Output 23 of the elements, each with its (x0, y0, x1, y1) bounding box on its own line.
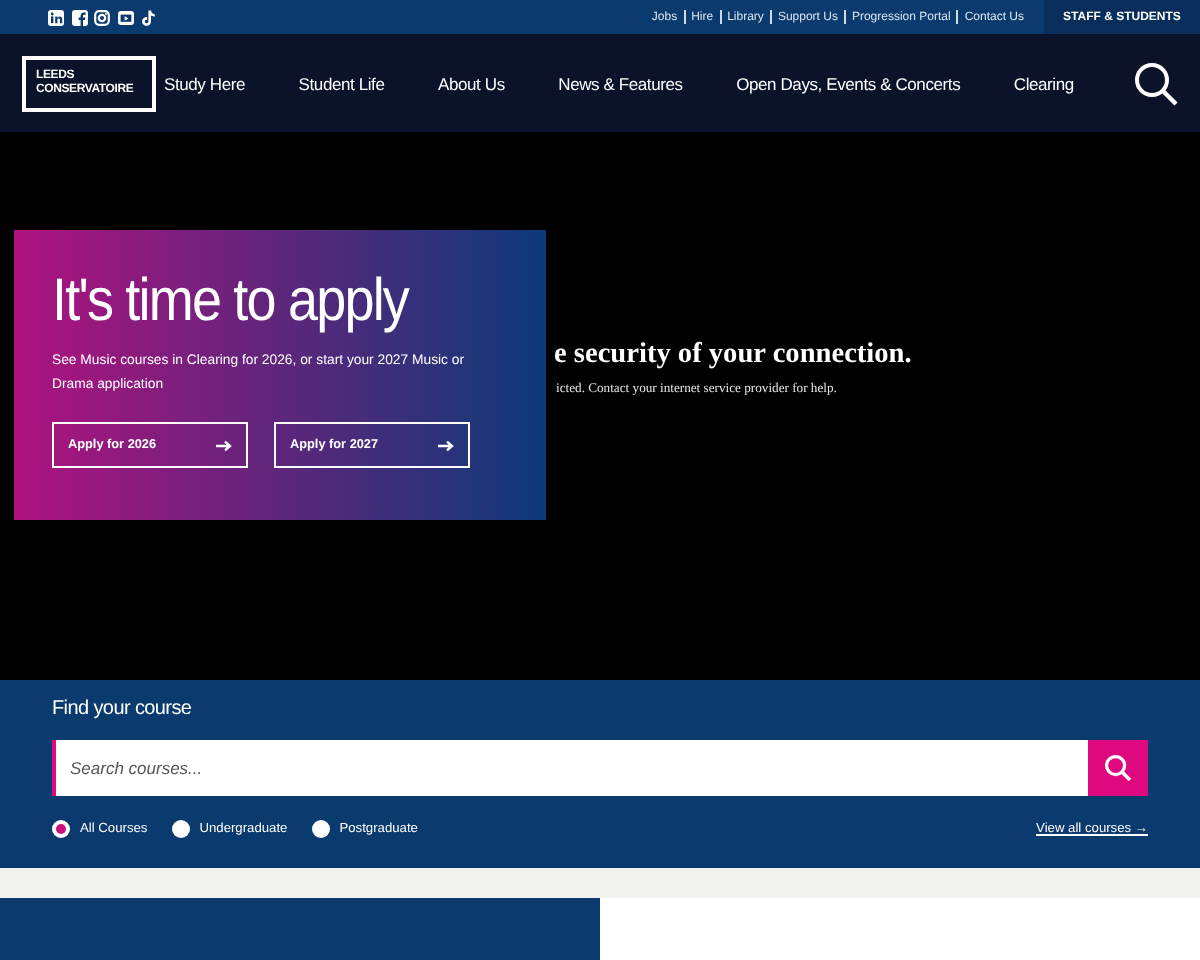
nav-link[interactable]: About Us (438, 73, 505, 93)
search-button[interactable] (1088, 740, 1148, 796)
hero-title: It's time to apply (52, 266, 409, 338)
arrow-icon (216, 439, 232, 451)
radio-button[interactable] (171, 820, 190, 838)
linkedin-icon[interactable] (48, 9, 64, 25)
section-heading: Find your course (52, 698, 194, 720)
radio-button[interactable] (311, 820, 330, 838)
facebook-icon[interactable] (71, 9, 87, 25)
instagram-icon[interactable] (94, 9, 110, 25)
radio-button[interactable] (52, 820, 70, 838)
tiktok-icon[interactable] (140, 9, 156, 25)
error-title: e security of your connection. (554, 338, 912, 372)
search-icon (1104, 754, 1132, 782)
youtube-icon[interactable] (117, 9, 133, 25)
search-icon[interactable] (1134, 61, 1178, 105)
nav-link[interactable]: Clearing (1013, 73, 1074, 93)
nav-link[interactable]: Open Days, Events & Concerts (736, 73, 961, 93)
arrow-icon (438, 439, 454, 451)
nav-link[interactable]: News & Features (558, 73, 683, 93)
search-field[interactable]: Search courses... (52, 740, 1088, 796)
nav-link[interactable]: Study Here (164, 73, 246, 93)
nav-link[interactable]: Student Life (298, 73, 385, 93)
